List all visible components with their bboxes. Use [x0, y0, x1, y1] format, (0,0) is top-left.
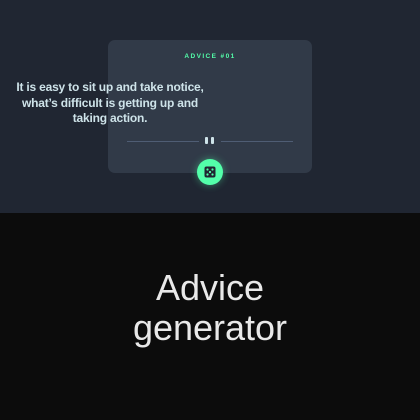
- divider-line-right: [221, 141, 293, 142]
- dice-button[interactable]: [197, 159, 223, 185]
- caption-title: Advice generator: [0, 268, 420, 348]
- caption-line-1: Advice: [155, 267, 265, 308]
- advice-quote: It is easy to sit up and take notice, wh…: [16, 80, 204, 125]
- advice-id-label: ADVICE #01: [184, 53, 236, 60]
- app-preview: ADVICE #01 It is easy to sit up and take…: [0, 0, 420, 213]
- divider-line-left: [127, 141, 199, 142]
- pause-icon: [205, 137, 215, 144]
- caption-line-2: generator: [132, 307, 288, 348]
- dice-icon: [204, 166, 216, 178]
